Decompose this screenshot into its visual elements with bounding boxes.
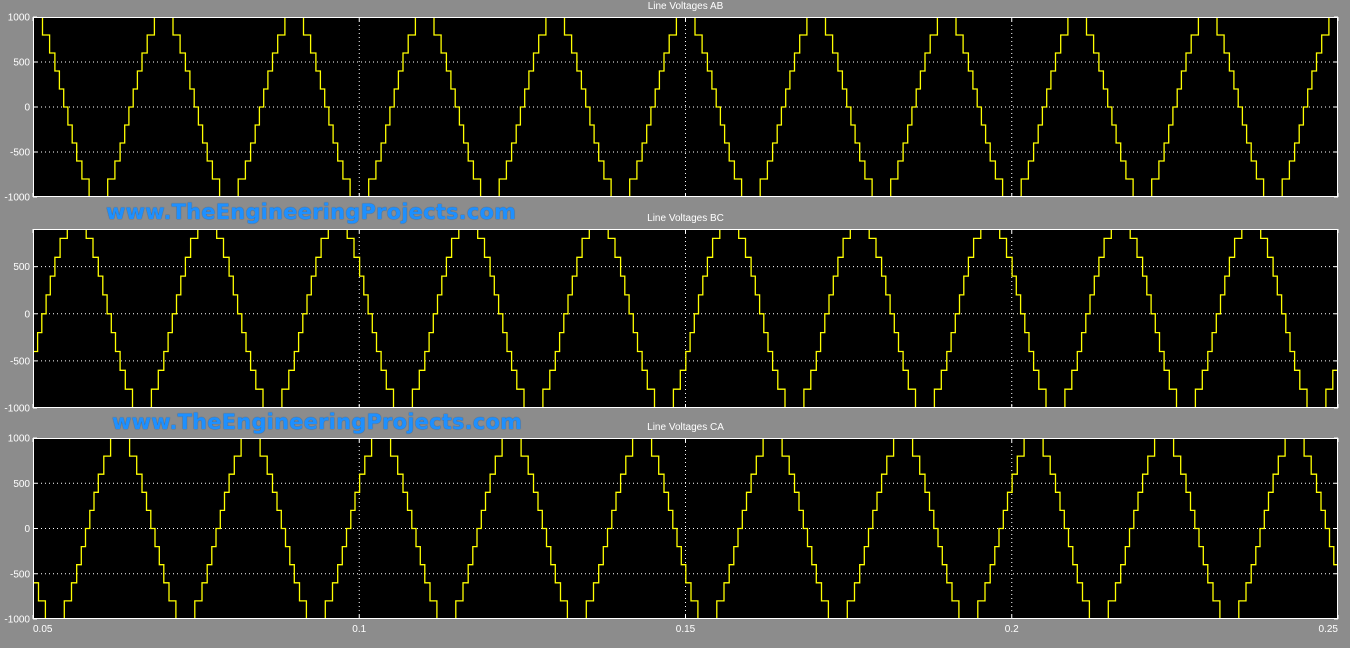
y-tick-label: 0 <box>24 103 30 114</box>
y-tick-label: 0 <box>24 309 30 320</box>
y-tick-label: -1000 <box>4 615 30 626</box>
scope-panel-3: Line Voltages CA 0.05 0.1 0.15 0.2 0.25 -1000 -… <box>4 422 1339 635</box>
y-tick-label: 500 <box>13 479 30 490</box>
panel-title: Line Voltages AB <box>648 1 724 12</box>
scope-panel-2: Line Voltages BC -1000 -500 0 500 <box>4 213 1339 415</box>
y-tick-label: -1000 <box>4 193 30 204</box>
y-tick-label: 500 <box>13 58 30 69</box>
y-tick-label: 500 <box>13 262 30 273</box>
scope-panel-1: Line Voltages AB -1000 -500 0 500 1000 <box>4 1 1339 204</box>
y-tick-label: 0 <box>24 524 30 535</box>
scope-figure: Line Voltages AB-1000-50005001000Line Vo… <box>4 1 1339 635</box>
x-tick-label: 0.1 <box>352 624 366 635</box>
panel-title: Line Voltages CA <box>647 422 724 433</box>
watermark-text-2: www.TheEngineeringProjects.com <box>112 410 523 434</box>
y-tick-label: 1000 <box>8 13 31 24</box>
x-tick-label: 0.25 <box>1319 624 1339 635</box>
y-tick-label: -500 <box>10 148 30 159</box>
x-tick-label: 0.15 <box>676 624 696 635</box>
y-tick-label: -500 <box>10 569 30 580</box>
y-tick-label: -500 <box>10 356 30 367</box>
watermark-text-1: www.TheEngineeringProjects.com <box>106 200 517 224</box>
y-tick-label: -1000 <box>4 404 30 415</box>
y-tick-label: 1000 <box>8 434 31 445</box>
x-tick-label: 0.2 <box>1005 624 1019 635</box>
panel-title: Line Voltages BC <box>647 213 724 224</box>
x-tick-label: 0.05 <box>33 624 53 635</box>
